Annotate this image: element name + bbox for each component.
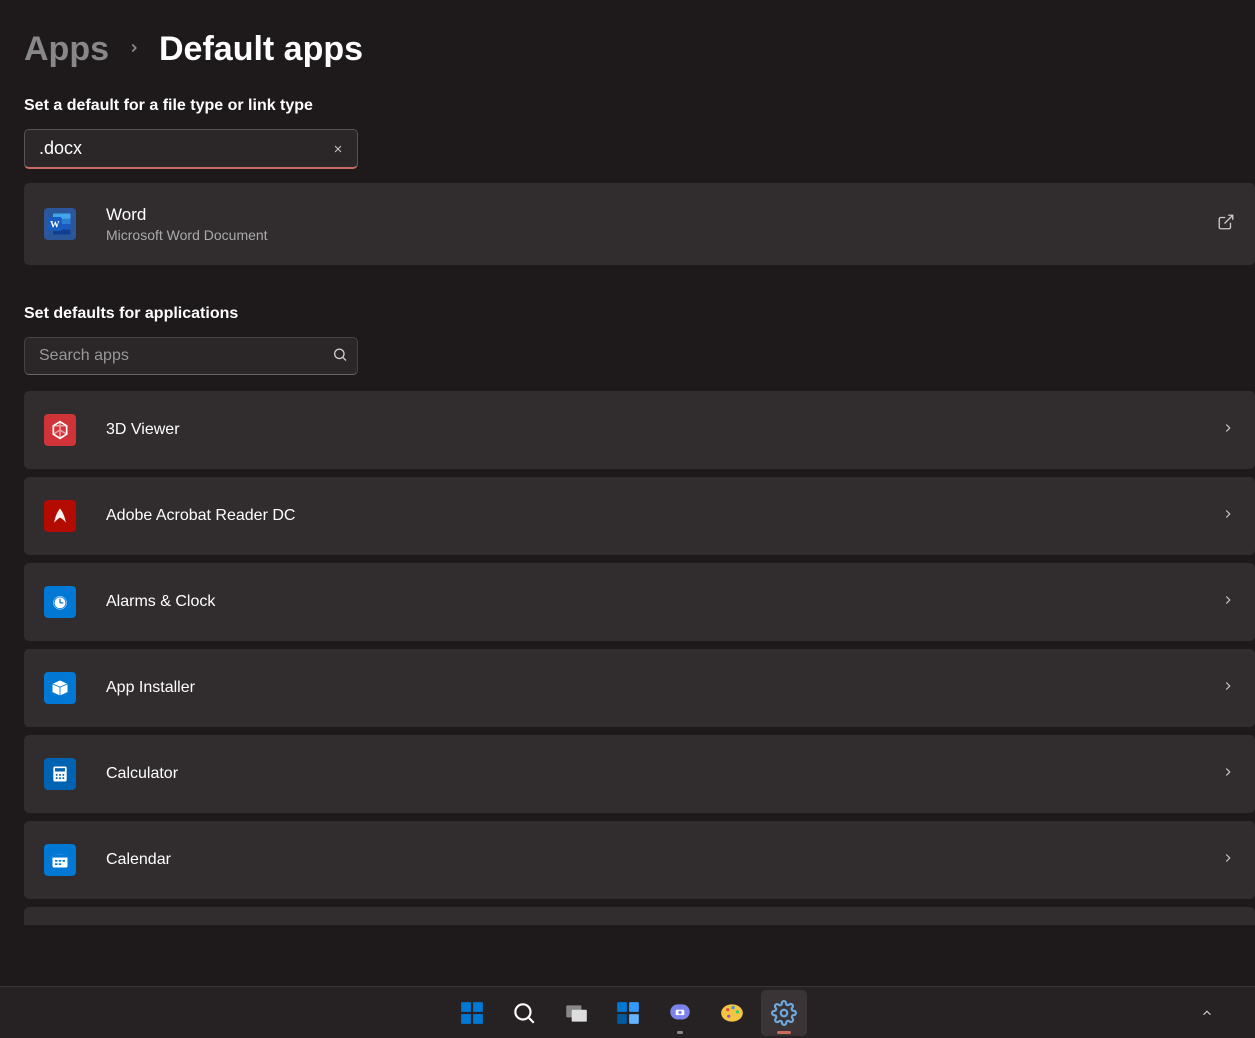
- taskbar-widgets[interactable]: [605, 990, 651, 1036]
- app-item-app-installer[interactable]: App Installer: [24, 649, 1255, 727]
- app-item-acrobat[interactable]: Adobe Acrobat Reader DC: [24, 477, 1255, 555]
- taskbar-taskview[interactable]: [553, 990, 599, 1036]
- calculator-icon: [44, 758, 76, 790]
- taskbar-paint[interactable]: [709, 990, 755, 1036]
- filetype-input[interactable]: [24, 129, 358, 169]
- result-subtitle: Microsoft Word Document: [106, 227, 1217, 243]
- chevron-right-icon: [1221, 507, 1235, 526]
- app-item-calendar[interactable]: Calendar: [24, 821, 1255, 899]
- filetype-section-label: Set a default for a file type or link ty…: [24, 97, 1255, 115]
- word-icon: W: [44, 208, 76, 240]
- search-icon[interactable]: [332, 347, 348, 366]
- svg-text:W: W: [50, 220, 60, 231]
- app-item-alarms[interactable]: Alarms & Clock: [24, 563, 1255, 641]
- app-item-3d-viewer[interactable]: 3D Viewer: [24, 391, 1255, 469]
- breadcrumb-parent-apps[interactable]: Apps: [24, 30, 109, 69]
- acrobat-icon: [44, 500, 76, 532]
- filetype-input-wrap: [24, 129, 358, 169]
- chevron-right-icon: [1221, 851, 1235, 870]
- app-item-label: Adobe Acrobat Reader DC: [106, 507, 1221, 525]
- filetype-result-word[interactable]: W Word Microsoft Word Document: [24, 183, 1255, 265]
- calendar-icon: [44, 844, 76, 876]
- search-apps-input[interactable]: [24, 337, 358, 375]
- chevron-right-icon: [1221, 421, 1235, 440]
- search-apps-wrap: [24, 337, 358, 375]
- chevron-right-icon: [127, 38, 141, 61]
- chevron-right-icon: [1221, 679, 1235, 698]
- taskbar-start[interactable]: [449, 990, 495, 1036]
- app-list: 3D Viewer Adobe Acrobat Reader DC Alarms…: [24, 391, 1255, 925]
- page-title: Default apps: [159, 30, 363, 69]
- result-title: Word: [106, 205, 1217, 225]
- app-item-partial[interactable]: [24, 907, 1255, 925]
- app-item-label: App Installer: [106, 679, 1221, 697]
- app-installer-icon: [44, 672, 76, 704]
- 3d-viewer-icon: [44, 414, 76, 446]
- taskbar: [0, 986, 1255, 1038]
- breadcrumb: Apps Default apps: [24, 30, 1255, 69]
- app-item-calculator[interactable]: Calculator: [24, 735, 1255, 813]
- app-item-label: Alarms & Clock: [106, 593, 1221, 611]
- app-item-label: Calendar: [106, 851, 1221, 869]
- tray-overflow-icon[interactable]: [1189, 995, 1225, 1031]
- chevron-right-icon: [1221, 593, 1235, 612]
- clear-icon[interactable]: [326, 137, 350, 161]
- app-item-label: Calculator: [106, 765, 1221, 783]
- taskbar-search[interactable]: [501, 990, 547, 1036]
- taskbar-chat[interactable]: [657, 990, 703, 1036]
- open-external-icon: [1217, 213, 1235, 236]
- app-item-label: 3D Viewer: [106, 421, 1221, 439]
- taskbar-settings[interactable]: [761, 990, 807, 1036]
- apps-section-label: Set defaults for applications: [24, 305, 1255, 323]
- alarms-clock-icon: [44, 586, 76, 618]
- chevron-right-icon: [1221, 765, 1235, 784]
